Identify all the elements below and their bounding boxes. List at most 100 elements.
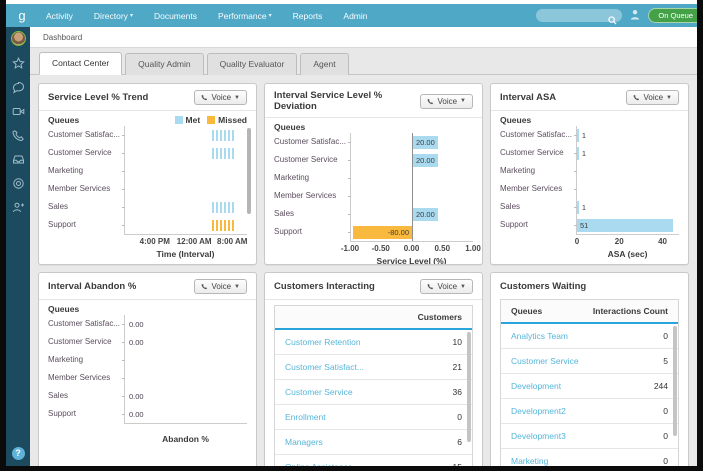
queue-link[interactable]: Marketing [511, 456, 548, 466]
queue-link[interactable]: Managers [285, 437, 323, 447]
chart-row [574, 162, 679, 180]
voice-filter-button[interactable]: Voice ▼ [626, 90, 679, 105]
count-value: 15 [453, 462, 462, 466]
asa-bar [577, 128, 579, 142]
phone-icon[interactable] [11, 129, 25, 142]
tab-agent[interactable]: Agent [300, 53, 349, 75]
app-logo[interactable]: g [14, 8, 30, 23]
queue-label: Customer Service [48, 337, 112, 346]
user-icon[interactable] [630, 7, 640, 25]
queue-link[interactable]: Development3 [511, 431, 566, 441]
count-value: 0 [663, 456, 668, 466]
app-window: g Activity Directory ▾ Documents Performance… [6, 4, 697, 466]
panel-title: Service Level % Trend [48, 92, 149, 103]
x-tick: -1.00 [340, 244, 360, 253]
chart-row [122, 144, 247, 162]
queue-link[interactable]: Analytics Team [511, 331, 568, 341]
bar-value-label: 1 [581, 202, 587, 212]
count-value: 0 [663, 331, 668, 341]
video-icon[interactable] [12, 105, 25, 118]
chart-row [574, 180, 679, 198]
x-tick: 12:00 AM [176, 237, 212, 246]
status-badge[interactable]: On Queue [648, 8, 697, 23]
count-value: 6 [457, 437, 462, 447]
nav-item-activity[interactable]: Activity [46, 11, 73, 21]
x-axis-label: ASA (sec) [607, 249, 648, 259]
x-tick: -0.50 [371, 244, 390, 253]
queue-label: Support [48, 409, 77, 418]
panel-title: Interval Abandon % [48, 281, 137, 292]
nav-item-directory[interactable]: Directory ▾ [94, 11, 133, 21]
table-row: Development3 0 [501, 424, 678, 449]
queue-link[interactable]: Development [511, 381, 561, 391]
queue-label: Customer Satisfac... [48, 319, 121, 328]
add-person-icon[interactable] [12, 201, 25, 214]
queues-axis-title: Queues [274, 122, 306, 132]
value-label: 0.00 [129, 319, 144, 329]
count-value: 36 [452, 387, 462, 397]
interval-mark-met [212, 147, 234, 159]
x-tick: 0.50 [434, 244, 451, 253]
chevron-down-icon: ▼ [234, 94, 240, 101]
voice-filter-button[interactable]: Voice ▼ [194, 90, 247, 105]
avatar[interactable] [10, 31, 26, 46]
column-header-customers: Customers [417, 312, 462, 322]
search-box[interactable] [536, 9, 623, 26]
queue-label: Customer Satisfac... [500, 130, 573, 139]
value-label: 0.00 [129, 337, 144, 347]
chevron-down-icon: ▼ [460, 283, 466, 290]
search-icon[interactable] [608, 12, 617, 30]
queue-link[interactable]: Development2 [511, 406, 566, 416]
favorites-star-icon[interactable] [11, 57, 25, 70]
queue-label: Sales [500, 202, 521, 211]
support-ring-icon[interactable] [12, 177, 25, 190]
table-row: Analytics Team 0 [501, 324, 678, 349]
nav-item-documents[interactable]: Documents [154, 11, 197, 21]
queue-link[interactable]: Customer Service [511, 356, 579, 366]
tab-contact-center[interactable]: Contact Center [39, 52, 123, 75]
panel-interval-abandon: Interval Abandon % Voice ▼ Queues Custom… [38, 272, 257, 466]
count-value: 10 [452, 337, 462, 347]
tab-bar: Contact Center Quality Admin Quality Evalu… [30, 48, 697, 75]
table-row: Customer Service 5 [501, 349, 678, 374]
nav-item-admin[interactable]: Admin [343, 11, 367, 21]
queue-label: Marketing [274, 173, 310, 182]
tab-quality-evaluator[interactable]: Quality Evaluator [206, 53, 298, 75]
queue-label: Customer Satisfac... [274, 137, 347, 146]
voice-filter-button[interactable]: Voice ▼ [420, 279, 473, 294]
queue-link[interactable]: Customer Service [285, 387, 353, 397]
table-scrollbar[interactable] [467, 332, 471, 442]
voice-filter-label: Voice [211, 93, 232, 102]
dashboard-grid: Service Level % Trend Voice ▼ Queues Met… [30, 75, 697, 466]
voice-filter-label: Voice [437, 96, 458, 106]
asa-bar [577, 218, 674, 232]
table-scrollbar[interactable] [673, 326, 677, 436]
chat-icon[interactable] [12, 81, 25, 94]
queue-label: Member Services [500, 184, 563, 193]
help-icon[interactable]: ? [11, 447, 25, 460]
value-label: 0.00 [129, 409, 144, 419]
queue-label: Support [274, 227, 303, 236]
nav-item-reports[interactable]: Reports [293, 11, 323, 21]
inbox-icon[interactable] [12, 153, 25, 166]
interval-mark-met [212, 201, 234, 213]
count-value: 21 [452, 362, 462, 372]
voice-filter-button[interactable]: Voice ▼ [194, 279, 247, 294]
queue-link[interactable]: Customer Retention [285, 337, 361, 347]
count-value: 0 [663, 431, 668, 441]
topbar-right: On Queue [536, 7, 697, 26]
asa-bar [577, 200, 579, 214]
column-header-queues: Queues [511, 306, 543, 316]
chart-scrollbar[interactable] [247, 128, 251, 214]
tab-quality-admin[interactable]: Quality Admin [125, 53, 204, 75]
table-row: Managers 6 [275, 430, 472, 455]
chart-row: 0.00 [122, 387, 247, 405]
voice-filter-button[interactable]: Voice ▼ [420, 93, 473, 109]
queue-link[interactable]: Enrollment [285, 412, 326, 422]
chart-row: 1 [574, 126, 679, 144]
queue-link[interactable]: Online Assistance [285, 462, 353, 466]
queue-link[interactable]: Customer Satisfact... [285, 362, 364, 372]
nav-item-performance[interactable]: Performance ▾ [218, 11, 272, 21]
chevron-down-icon: ▼ [460, 98, 466, 104]
x-tick: 4:00 PM [139, 237, 170, 246]
